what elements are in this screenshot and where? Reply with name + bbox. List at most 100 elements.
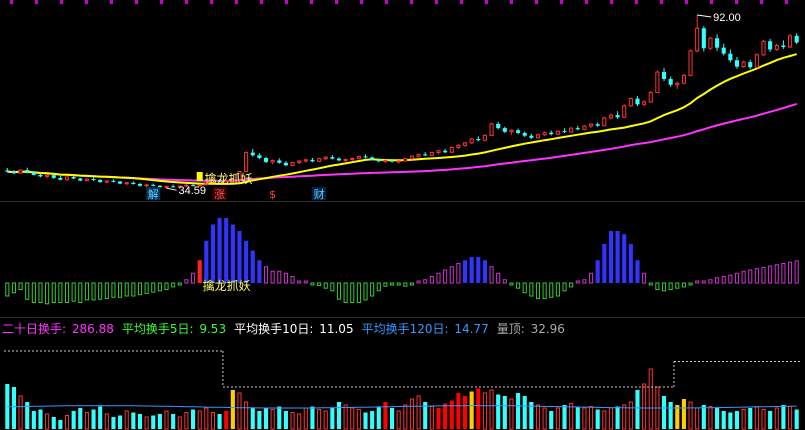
top-tick-mark: [410, 0, 413, 4]
indicator-bar: [449, 266, 454, 284]
indicator-bar: [695, 280, 700, 284]
indicator-bar: [11, 282, 17, 294]
turnover-bar-filled: [449, 400, 454, 429]
indicator-bar-strong: [615, 231, 620, 283]
indicator-bar-strong: [244, 240, 249, 283]
turnover-bar-down: [78, 408, 83, 429]
turnover-bar-up: [509, 398, 514, 430]
indicator-bar: [31, 282, 36, 303]
indicator-bar: [734, 272, 740, 284]
turnover-bar-up: [45, 413, 50, 430]
indicator-bar: [774, 264, 779, 284]
turnover-bar-up: [482, 392, 487, 430]
candle-down: [668, 78, 673, 85]
turnover-bar-up: [244, 401, 249, 430]
turnover-bar-yellow: [469, 391, 474, 429]
turnover-bar-down: [363, 412, 368, 429]
turnover-bar-filled: [224, 411, 229, 429]
candle-up: [436, 150, 441, 154]
turnover-bar-up: [297, 413, 302, 430]
indicator-bar: [370, 282, 375, 297]
candle-up: [416, 153, 421, 157]
candle-down: [330, 157, 335, 159]
turnover-bar-down: [131, 412, 136, 429]
indicator-bar: [429, 276, 434, 284]
turnover-bar-up: [317, 409, 322, 430]
turnover-bar-down: [283, 411, 288, 429]
candle-up: [648, 92, 653, 103]
indicator-bar: [741, 270, 746, 284]
turnover-bar-up: [177, 416, 182, 430]
candle-up: [343, 159, 348, 162]
top-tick-mark: [710, 0, 713, 4]
indicator-bar: [701, 280, 706, 284]
turnover-bar-up: [323, 410, 328, 430]
candle-up: [297, 160, 302, 164]
indicator-bar-strong: [462, 260, 468, 283]
indicator-bar: [748, 269, 753, 284]
indicator-bar-strong: [257, 260, 262, 283]
indicator-bar: [336, 282, 342, 300]
turnover-bar-down: [370, 411, 375, 429]
top-tick-mark: [135, 0, 138, 4]
indicator-bar: [58, 282, 63, 303]
top-tick-mark: [85, 0, 88, 4]
legend-label: 平均换手5日:: [121, 322, 198, 336]
indicator-bar: [648, 282, 653, 286]
turnover-bar-down: [781, 405, 786, 429]
indicator-bar: [569, 282, 574, 288]
candle-up: [84, 178, 89, 182]
turnover-bar-down: [310, 406, 315, 429]
candle-up: [45, 174, 50, 177]
indicator-bar: [754, 268, 759, 284]
candle-up: [542, 132, 547, 136]
indicator-bar: [396, 282, 401, 286]
indicator-bar: [383, 282, 388, 287]
candle-down: [98, 180, 103, 183]
candle-down: [250, 152, 255, 156]
indicator-bar: [502, 279, 507, 284]
top-tick-mark: [585, 0, 588, 4]
turnover-bar-down: [376, 406, 381, 429]
turnover-bar-up: [164, 410, 169, 430]
turnover-bar-down: [635, 390, 640, 429]
ma-line-long: [7, 102, 797, 182]
candle-down: [137, 183, 143, 186]
top-tick-mark: [10, 0, 13, 4]
indicator-bar: [190, 272, 196, 284]
top-tick-mark: [360, 0, 363, 4]
turnover-bar-down: [257, 411, 262, 429]
candle-up: [489, 123, 494, 136]
turnover-bar-up: [18, 395, 23, 430]
turnover-bar-down: [522, 396, 527, 429]
turnover-bar-up: [542, 407, 547, 430]
top-tick-mark: [610, 0, 613, 4]
turnover-bar-down: [661, 396, 667, 429]
turnover-bar-down: [336, 402, 342, 429]
top-tick-mark: [285, 0, 288, 4]
candle-down: [111, 180, 116, 182]
indicator-bar: [675, 282, 680, 289]
indicator-bar: [416, 280, 421, 284]
indicator-bar: [555, 282, 560, 297]
turnover-bar-up: [303, 407, 308, 430]
top-tick-mark: [160, 0, 163, 4]
indicator-bar: [376, 282, 381, 292]
indicator-bar: [535, 282, 541, 300]
turnover-bar-up: [774, 407, 779, 430]
turnover-bar-down: [171, 414, 176, 429]
candle-up: [787, 35, 793, 48]
turnover-bar-yellow: [675, 405, 680, 429]
candle-down: [171, 186, 176, 188]
candle-down: [423, 154, 428, 156]
turnover-bar-up: [270, 409, 275, 430]
indicator-bar: [708, 279, 713, 284]
candle-up: [588, 123, 594, 127]
candle-down: [715, 38, 720, 48]
low-pointer: [166, 187, 177, 191]
marker-解: 解: [148, 187, 159, 200]
turnover-bar-up: [237, 392, 242, 430]
indicator-bar: [18, 282, 23, 290]
indicator-bar: [290, 276, 295, 284]
panel-divider-2: [0, 317, 805, 318]
